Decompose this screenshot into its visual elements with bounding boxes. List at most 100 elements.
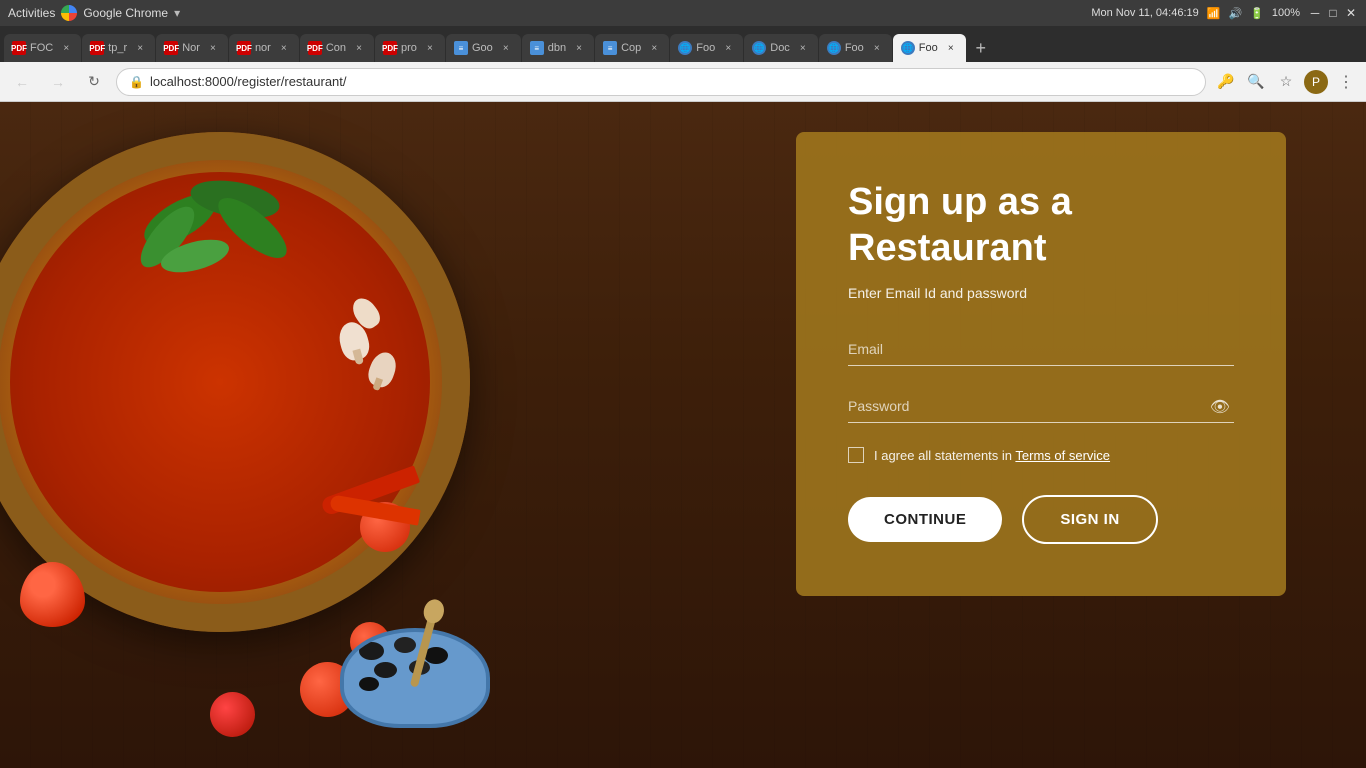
- tab-label-foo3: Foo: [919, 42, 938, 54]
- titlebar-right: Mon Nov 11, 04:46:19 📶 🔊 🔋 100% ─ □ ✕: [1091, 6, 1358, 20]
- tab-close-foc[interactable]: ×: [59, 41, 73, 55]
- email-field-wrapper: [848, 333, 1234, 366]
- tab-close-foo1[interactable]: ×: [721, 41, 735, 55]
- tab-label-nor2: nor: [255, 42, 271, 54]
- tab-tpr[interactable]: PDF tp_r ×: [82, 34, 155, 62]
- browser-title: Google Chrome: [83, 6, 168, 20]
- tab-favicon-nor1: PDF: [164, 41, 178, 55]
- tab-label-goo: Goo: [472, 42, 493, 54]
- tab-label-nor1: Nor: [182, 42, 200, 54]
- tab-favicon-dbn: ≡: [530, 41, 544, 55]
- menu-icon[interactable]: ⋮: [1334, 70, 1358, 94]
- close-button[interactable]: ✕: [1344, 6, 1358, 20]
- profile-avatar[interactable]: P: [1304, 70, 1328, 94]
- tab-close-doc[interactable]: ×: [796, 41, 810, 55]
- terms-text: I agree all statements in Terms of servi…: [874, 448, 1110, 463]
- forward-button[interactable]: →: [44, 68, 72, 96]
- terms-row: I agree all statements in Terms of servi…: [848, 447, 1234, 463]
- datetime-display: Mon Nov 11, 04:46:19: [1091, 7, 1198, 19]
- tab-pro[interactable]: PDF pro ×: [375, 34, 445, 62]
- bookmark-icon[interactable]: ☆: [1274, 70, 1298, 94]
- page-subtitle: Enter Email Id and password: [848, 285, 1234, 301]
- new-tab-button[interactable]: +: [967, 34, 995, 62]
- terms-checkbox[interactable]: [848, 447, 864, 463]
- tab-favicon-pro: PDF: [383, 41, 397, 55]
- tab-favicon-nor2: PDF: [237, 41, 251, 55]
- tab-close-foo2[interactable]: ×: [870, 41, 884, 55]
- lock-icon: 🔒: [129, 75, 144, 89]
- form-buttons: CONTINUE SIGN IN: [848, 495, 1234, 544]
- wifi-icon: 📶: [1207, 7, 1221, 20]
- tab-label-dbn: dbn: [548, 42, 566, 54]
- tab-bar: PDF FOC × PDF tp_r × PDF Nor × PDF nor ×…: [0, 26, 1366, 62]
- tab-favicon-doc: 🌐: [752, 41, 766, 55]
- tab-favicon-goo: ≡: [454, 41, 468, 55]
- tab-nor1[interactable]: PDF Nor ×: [156, 34, 228, 62]
- url-display: localhost:8000/register/restaurant/: [150, 74, 347, 89]
- tab-favicon-foo2: 🌐: [827, 41, 841, 55]
- signin-button[interactable]: SIGN IN: [1022, 495, 1157, 544]
- tab-close-foo3[interactable]: ×: [944, 41, 958, 55]
- tab-dbn[interactable]: ≡ dbn ×: [522, 34, 594, 62]
- terms-of-service-link[interactable]: Terms of service: [1015, 448, 1110, 463]
- chili-decoration: [320, 482, 440, 532]
- key-icon[interactable]: 🔑: [1214, 70, 1238, 94]
- tab-close-goo[interactable]: ×: [499, 41, 513, 55]
- tab-label-foo1: Foo: [696, 42, 715, 54]
- tab-label-pro: pro: [401, 42, 417, 54]
- tab-close-cop[interactable]: ×: [647, 41, 661, 55]
- spoon-decoration: [420, 608, 428, 688]
- tab-foo3-active[interactable]: 🌐 Foo ×: [893, 34, 966, 62]
- tomato-5: [210, 692, 255, 737]
- tab-favicon-foo3: 🌐: [901, 41, 915, 55]
- dropdown-arrow[interactable]: ▾: [174, 6, 180, 20]
- chrome-icon: [61, 5, 77, 21]
- email-input[interactable]: [848, 333, 1234, 366]
- tab-favicon-con: PDF: [308, 41, 322, 55]
- tab-close-tpr[interactable]: ×: [133, 41, 147, 55]
- activities-button[interactable]: Activities: [8, 6, 55, 20]
- tab-label-tpr: tp_r: [108, 42, 127, 54]
- password-visibility-toggle[interactable]: 👁: [1210, 397, 1230, 417]
- tab-favicon-foc: PDF: [12, 41, 26, 55]
- address-bar: ← → ↻ 🔒 localhost:8000/register/restaura…: [0, 62, 1366, 102]
- page-content: Sign up as a Restaurant Enter Email Id a…: [0, 102, 1366, 768]
- tab-foc[interactable]: PDF FOC ×: [4, 34, 81, 62]
- tab-foo2[interactable]: 🌐 Foo ×: [819, 34, 892, 62]
- tab-label-cop: Cop: [621, 42, 641, 54]
- tab-foo1[interactable]: 🌐 Foo ×: [670, 34, 743, 62]
- password-field-wrapper: 👁: [848, 390, 1234, 423]
- volume-icon: 🔊: [1228, 7, 1242, 20]
- tab-label-foc: FOC: [30, 42, 53, 54]
- tab-close-pro[interactable]: ×: [423, 41, 437, 55]
- continue-button[interactable]: CONTINUE: [848, 497, 1002, 542]
- tab-con[interactable]: PDF Con ×: [300, 34, 374, 62]
- tab-close-nor2[interactable]: ×: [277, 41, 291, 55]
- password-input[interactable]: [848, 390, 1234, 423]
- tab-goo[interactable]: ≡ Goo ×: [446, 34, 521, 62]
- maximize-button[interactable]: □: [1326, 6, 1340, 20]
- browser-titlebar: Activities Google Chrome ▾ Mon Nov 11, 0…: [0, 0, 1366, 26]
- refresh-button[interactable]: ↻: [80, 68, 108, 96]
- tab-favicon-cop: ≡: [603, 41, 617, 55]
- battery-percent: 100%: [1272, 7, 1300, 19]
- window-controls: ─ □ ✕: [1308, 6, 1358, 20]
- search-icon[interactable]: 🔍: [1244, 70, 1268, 94]
- address-right-controls: 🔑 🔍 ☆ P ⋮: [1214, 70, 1358, 94]
- tab-cop[interactable]: ≡ Cop ×: [595, 34, 669, 62]
- tab-nor2[interactable]: PDF nor ×: [229, 34, 299, 62]
- tab-favicon-foo1: 🌐: [678, 41, 692, 55]
- tab-label-doc: Doc: [770, 42, 790, 54]
- tab-doc[interactable]: 🌐 Doc ×: [744, 34, 818, 62]
- page-title: Sign up as a Restaurant: [848, 180, 1234, 271]
- address-field[interactable]: 🔒 localhost:8000/register/restaurant/: [116, 68, 1206, 96]
- tab-close-dbn[interactable]: ×: [572, 41, 586, 55]
- garlic-2: [370, 352, 395, 387]
- back-button[interactable]: ←: [8, 68, 36, 96]
- minimize-button[interactable]: ─: [1308, 6, 1322, 20]
- tab-close-nor1[interactable]: ×: [206, 41, 220, 55]
- titlebar-left: Activities Google Chrome ▾: [8, 5, 180, 21]
- registration-card: Sign up as a Restaurant Enter Email Id a…: [796, 132, 1286, 596]
- tab-close-con[interactable]: ×: [352, 41, 366, 55]
- tab-favicon-tpr: PDF: [90, 41, 104, 55]
